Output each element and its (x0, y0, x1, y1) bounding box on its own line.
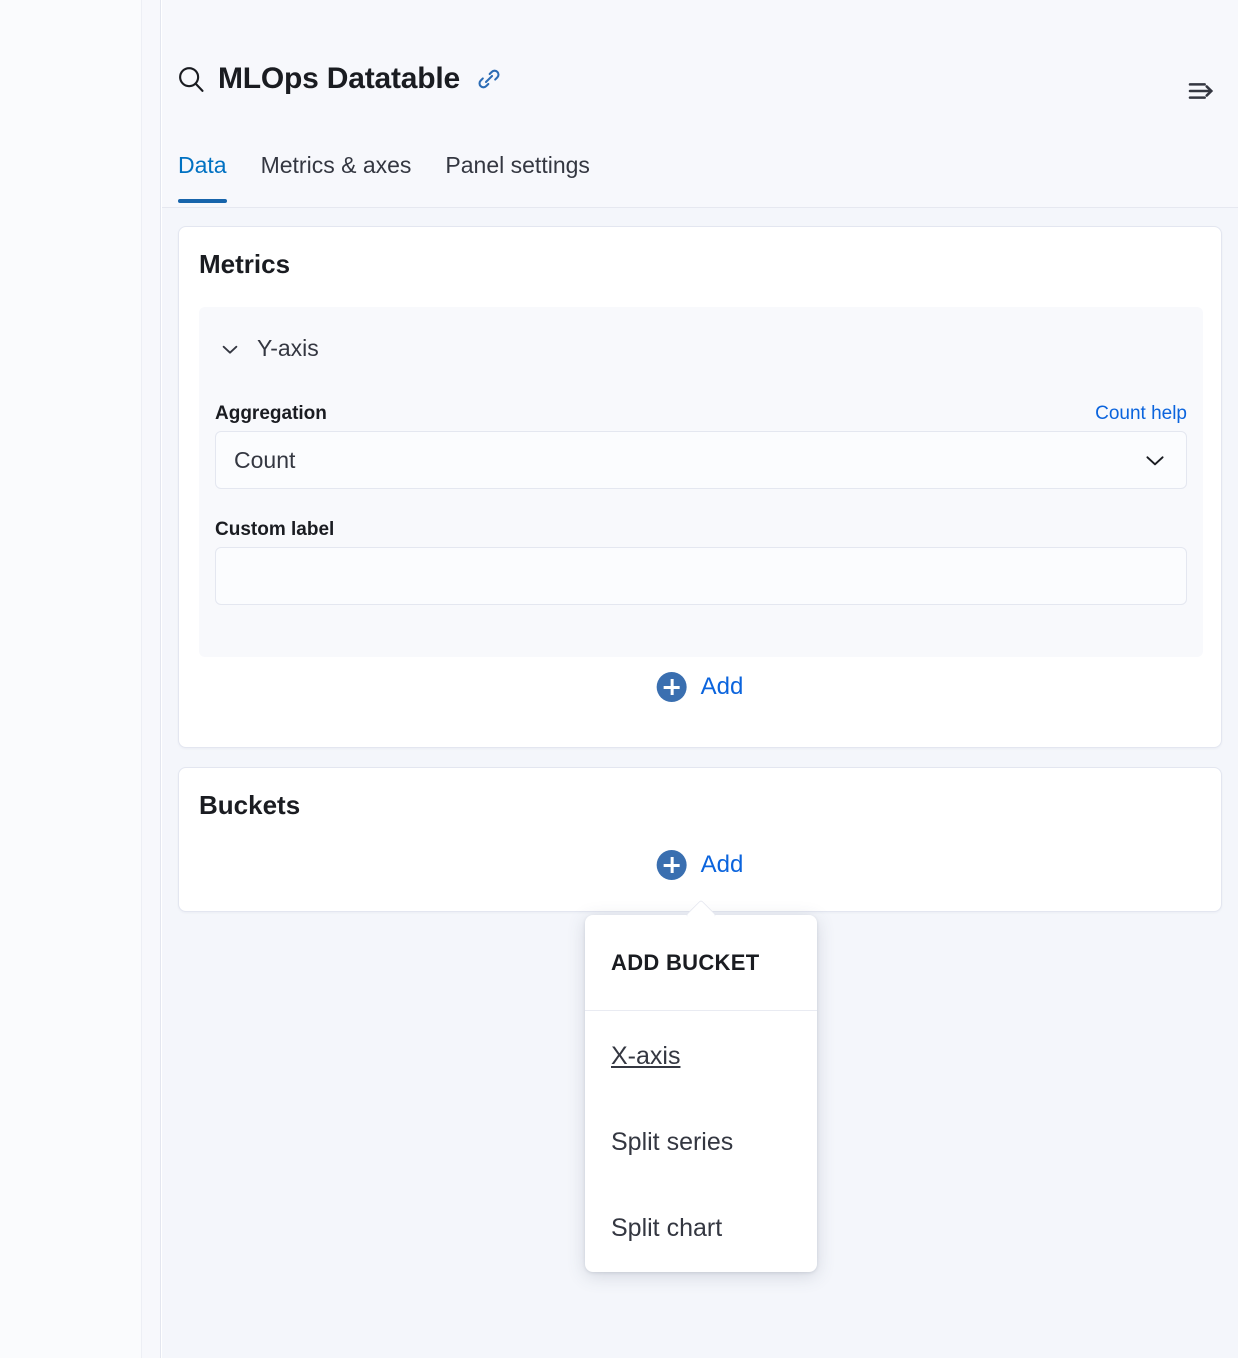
tab-metrics-and-axes[interactable]: Metrics & axes (261, 149, 412, 203)
buckets-add-button[interactable]: Add (657, 850, 744, 880)
tab-panel-settings[interactable]: Panel settings (445, 149, 589, 203)
buckets-add-label: Add (701, 851, 744, 879)
aggregation-select-value: Count (234, 447, 1142, 474)
popover-item-split-series[interactable]: Split series (611, 1128, 733, 1157)
metrics-add-label: Add (701, 673, 744, 701)
count-help-link[interactable]: Count help (1095, 403, 1187, 425)
aggregation-label-row: Aggregation Count help (215, 403, 1187, 425)
page-title: MLOps Datatable (218, 62, 460, 96)
add-bucket-popover: ADD BUCKET X-axis Split series Split cha… (585, 915, 817, 1272)
visualization-area-edge (0, 0, 141, 1358)
aggregation-select[interactable]: Count (215, 431, 1187, 489)
panel-resize-divider[interactable] (141, 0, 161, 1358)
popover-item-x-axis[interactable]: X-axis (611, 1042, 680, 1071)
popover-divider (585, 1010, 817, 1011)
plus-circle-icon (657, 672, 687, 702)
aggregation-label: Aggregation (215, 403, 327, 425)
link-icon[interactable] (472, 66, 502, 92)
tab-data[interactable]: Data (178, 149, 227, 203)
custom-label-label: Custom label (215, 519, 334, 541)
editor-tabs: Data Metrics & axes Panel settings (162, 145, 1238, 208)
y-axis-collapse-row[interactable]: Y-axis (219, 335, 319, 362)
chevron-down-icon[interactable] (219, 338, 241, 360)
metrics-title: Metrics (199, 249, 290, 280)
search-icon (176, 64, 206, 94)
metrics-add-button[interactable]: Add (657, 672, 744, 702)
custom-label-input[interactable] (215, 547, 1187, 605)
metrics-card: Metrics Y-axis Aggregation Count help Co… (178, 226, 1222, 748)
plus-circle-icon (657, 850, 687, 880)
buckets-card: Buckets Add (178, 767, 1222, 912)
y-axis-label: Y-axis (257, 335, 319, 362)
editor-title-row: MLOps Datatable (176, 62, 502, 96)
editor-page: MLOps Datatable (0, 0, 1238, 1358)
buckets-title: Buckets (199, 790, 300, 821)
popover-item-split-chart[interactable]: Split chart (611, 1214, 722, 1243)
chevron-down-icon[interactable] (1142, 447, 1168, 473)
editor-header: MLOps Datatable (162, 0, 1238, 145)
add-bucket-popover-title: ADD BUCKET (611, 950, 759, 976)
y-axis-aggregation-group: Y-axis Aggregation Count help Count Cust… (199, 307, 1203, 657)
